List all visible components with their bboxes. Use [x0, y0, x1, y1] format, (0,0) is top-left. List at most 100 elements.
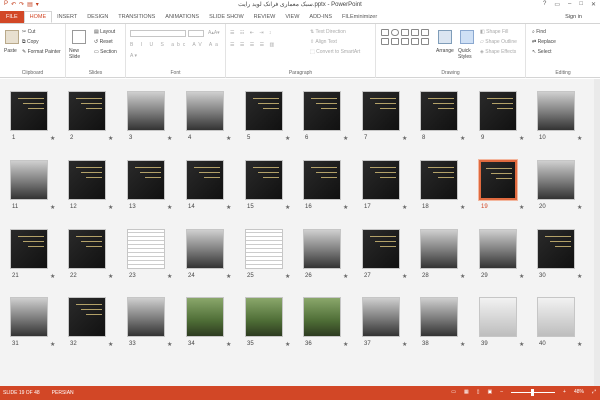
- transition-star-icon[interactable]: ★: [402, 341, 407, 348]
- transition-star-icon[interactable]: ★: [108, 273, 113, 280]
- slide-thumbnail[interactable]: [127, 229, 165, 269]
- slide-thumbnail[interactable]: [479, 91, 517, 131]
- slide-thumbnail[interactable]: [10, 91, 48, 131]
- reading-view-icon[interactable]: ▯: [477, 389, 480, 395]
- transition-star-icon[interactable]: ★: [108, 204, 113, 211]
- transition-star-icon[interactable]: ★: [519, 273, 524, 280]
- slide-thumbnail[interactable]: [68, 229, 106, 269]
- cut-button[interactable]: ✂ Cut: [22, 29, 35, 35]
- transition-star-icon[interactable]: ★: [285, 341, 290, 348]
- shape-triangle-icon[interactable]: [421, 29, 429, 36]
- new-slide-icon[interactable]: [72, 30, 86, 44]
- slide-thumbnail[interactable]: [245, 91, 283, 131]
- slide-thumbnail[interactable]: [362, 91, 400, 131]
- slide-sorter-icon[interactable]: ▦: [464, 389, 469, 395]
- transition-star-icon[interactable]: ★: [285, 135, 290, 142]
- slide-thumbnail[interactable]: [127, 91, 165, 131]
- transition-star-icon[interactable]: ★: [343, 341, 348, 348]
- slide-thumbnail[interactable]: [362, 297, 400, 337]
- slide-thumbnail[interactable]: [303, 91, 341, 131]
- transition-star-icon[interactable]: ★: [226, 341, 231, 348]
- transition-star-icon[interactable]: ★: [577, 135, 582, 142]
- slide-thumbnail[interactable]: [362, 160, 400, 200]
- replace-button[interactable]: ⇄ Replace: [532, 39, 556, 45]
- layout-button[interactable]: ▤ Layout: [94, 29, 115, 35]
- transition-star-icon[interactable]: ★: [50, 341, 55, 348]
- transition-star-icon[interactable]: ★: [167, 273, 172, 280]
- transition-star-icon[interactable]: ★: [343, 135, 348, 142]
- ribbon-display-icon[interactable]: ▭: [554, 1, 560, 8]
- paste-icon[interactable]: [5, 30, 19, 44]
- copy-button[interactable]: ⧉ Copy: [22, 39, 39, 45]
- slide-thumbnail[interactable]: [245, 229, 283, 269]
- reset-button[interactable]: ↺ Reset: [94, 39, 113, 45]
- shape-brace-icon[interactable]: [421, 38, 429, 45]
- transition-star-icon[interactable]: ★: [343, 273, 348, 280]
- slide-thumbnail[interactable]: [479, 229, 517, 269]
- slide-thumbnail[interactable]: [420, 160, 458, 200]
- select-button[interactable]: ↖ Select: [532, 49, 552, 55]
- tab-animations[interactable]: ANIMATIONS: [160, 11, 204, 23]
- section-button[interactable]: ▭ Section: [94, 49, 117, 55]
- transition-star-icon[interactable]: ★: [226, 135, 231, 142]
- zoom-slider[interactable]: [511, 388, 556, 396]
- transition-star-icon[interactable]: ★: [343, 204, 348, 211]
- shape-fill-button[interactable]: ◧ Shape Fill: [480, 29, 508, 35]
- close-icon[interactable]: ✕: [591, 1, 596, 8]
- shape-outline-button[interactable]: ▱ Shape Outline: [480, 39, 517, 45]
- transition-star-icon[interactable]: ★: [285, 204, 290, 211]
- shape-rectangle-icon[interactable]: [381, 29, 389, 36]
- slide-thumbnail[interactable]: [537, 297, 575, 337]
- transition-star-icon[interactable]: ★: [167, 341, 172, 348]
- transition-star-icon[interactable]: ★: [577, 204, 582, 211]
- minimize-icon[interactable]: –: [568, 1, 571, 8]
- tab-slide-show[interactable]: SLIDE SHOW: [204, 11, 249, 23]
- transition-star-icon[interactable]: ★: [519, 135, 524, 142]
- slide-thumbnail[interactable]: [537, 91, 575, 131]
- transition-star-icon[interactable]: ★: [108, 341, 113, 348]
- transition-star-icon[interactable]: ★: [519, 341, 524, 348]
- slide-thumbnail[interactable]: [362, 229, 400, 269]
- slide-thumbnail[interactable]: [245, 160, 283, 200]
- quick-styles-icon[interactable]: [460, 30, 474, 44]
- list-buttons[interactable]: ☰ ☷ ⇤ ⇥ ↕: [230, 30, 273, 36]
- shape-effects-button[interactable]: ◈ Shape Effects: [480, 49, 516, 55]
- tab-add-ins[interactable]: ADD-INS: [304, 11, 337, 23]
- slide-thumbnail[interactable]: [186, 91, 224, 131]
- paste-button[interactable]: Paste: [4, 48, 17, 54]
- slide-thumbnail[interactable]: [68, 160, 106, 200]
- slide-thumbnail[interactable]: [10, 160, 48, 200]
- transition-star-icon[interactable]: ★: [460, 204, 465, 211]
- slide-thumbnail[interactable]: [537, 160, 575, 200]
- transition-star-icon[interactable]: ★: [108, 135, 113, 142]
- align-buttons[interactable]: ☰ ☰ ☰ ☰ ▥: [230, 42, 276, 48]
- slide-thumbnail[interactable]: [10, 229, 48, 269]
- slide-thumbnail[interactable]: [186, 160, 224, 200]
- transition-star-icon[interactable]: ★: [50, 273, 55, 280]
- tab-review[interactable]: REVIEW: [249, 11, 281, 23]
- transition-star-icon[interactable]: ★: [226, 204, 231, 211]
- zoom-in-icon[interactable]: +: [563, 389, 566, 395]
- transition-star-icon[interactable]: ★: [402, 273, 407, 280]
- text-direction-button[interactable]: ⇅ Text Direction: [310, 29, 346, 35]
- slide-thumbnail[interactable]: [420, 297, 458, 337]
- transition-star-icon[interactable]: ★: [460, 341, 465, 348]
- tab-insert[interactable]: INSERT: [52, 11, 82, 23]
- zoom-out-icon[interactable]: –: [500, 389, 503, 395]
- slide-thumbnail[interactable]: [303, 297, 341, 337]
- slide-thumbnail[interactable]: [303, 160, 341, 200]
- shape-line-icon[interactable]: [401, 29, 409, 36]
- slide-thumbnail[interactable]: [127, 160, 165, 200]
- font-size-box[interactable]: [188, 30, 204, 37]
- tab-transitions[interactable]: TRANSITIONS: [113, 11, 160, 23]
- transition-star-icon[interactable]: ★: [50, 204, 55, 211]
- convert-smartart-button[interactable]: ⬚ Convert to SmartArt: [310, 49, 360, 55]
- find-button[interactable]: ⌕ Find: [532, 29, 546, 35]
- quick-styles-button[interactable]: Quick Styles: [458, 48, 476, 60]
- slide-thumbnail[interactable]: [245, 297, 283, 337]
- slide-thumbnail[interactable]: [478, 159, 518, 201]
- font-name-box[interactable]: [130, 30, 186, 37]
- help-icon[interactable]: ?: [543, 1, 546, 8]
- shape-oval-icon[interactable]: [391, 29, 399, 36]
- tab-design[interactable]: DESIGN: [82, 11, 113, 23]
